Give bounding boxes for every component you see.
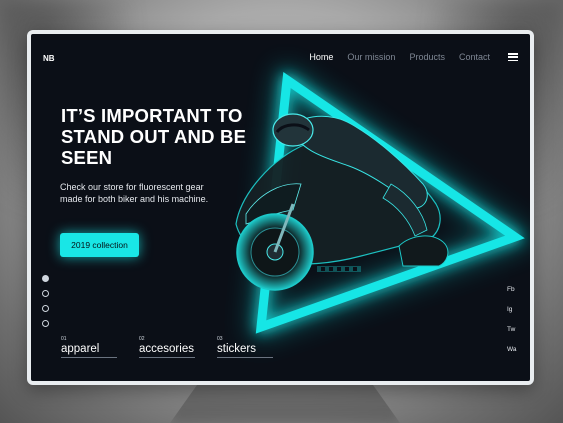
category-number: 02 (139, 336, 145, 342)
website-screen: NB Home Our mission Products Contact IT’… (31, 34, 530, 381)
category-number: 01 (61, 336, 67, 342)
category-links: 01 apparel 02 accesories 03 stickers (61, 336, 273, 358)
hero-headline: IT’S IMPORTANT TO STAND OUT AND BE SEEN (61, 105, 247, 168)
hamburger-menu-icon[interactable] (508, 53, 518, 61)
collection-button[interactable]: 2019 collection (60, 233, 139, 257)
category-accesories[interactable]: 02 accesories (139, 336, 195, 358)
slider-dots (42, 275, 49, 327)
nav-our-mission[interactable]: Our mission (347, 52, 395, 62)
category-stickers[interactable]: 03 stickers (217, 336, 273, 358)
slider-dot-4[interactable] (42, 320, 49, 327)
category-label[interactable]: apparel (61, 343, 117, 358)
slider-dot-1[interactable] (42, 275, 49, 282)
slider-dot-3[interactable] (42, 305, 49, 312)
twitter-link[interactable]: Tw (507, 326, 517, 334)
category-apparel[interactable]: 01 apparel (61, 336, 117, 358)
main-nav: Home Our mission Products Contact (309, 52, 518, 62)
instagram-link[interactable]: Ig (507, 306, 517, 314)
category-label[interactable]: accesories (139, 343, 195, 358)
burger-line (508, 59, 518, 61)
social-links: Fb Ig Tw Wa (507, 286, 517, 354)
slider-dot-2[interactable] (42, 290, 49, 297)
hero-subtext: Check our store for fluorescent gear mad… (60, 182, 209, 204)
brand-logo[interactable]: NB (43, 54, 55, 63)
hero-illustration (235, 65, 530, 339)
whatsapp-link[interactable]: Wa (507, 346, 517, 354)
burger-line (508, 53, 518, 55)
nav-contact[interactable]: Contact (459, 52, 490, 62)
category-label[interactable]: stickers (217, 343, 273, 358)
facebook-link[interactable]: Fb (507, 286, 517, 294)
category-number: 03 (217, 336, 223, 342)
nav-home[interactable]: Home (309, 52, 333, 62)
nav-products[interactable]: Products (409, 52, 445, 62)
burger-line (508, 56, 518, 58)
